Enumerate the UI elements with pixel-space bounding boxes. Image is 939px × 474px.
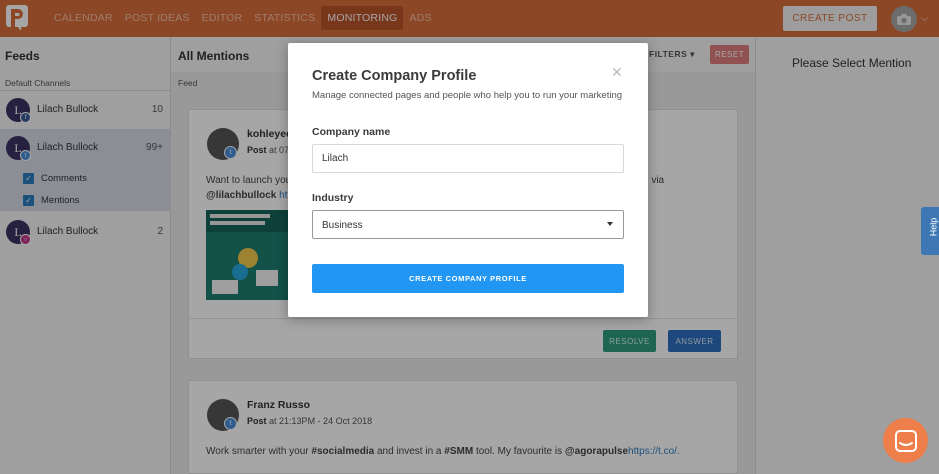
create-company-profile-button[interactable]: CREATE COMPANY PROFILE <box>312 264 624 293</box>
close-icon[interactable]: ✕ <box>611 65 623 79</box>
create-company-profile-modal: Create Company Profile Manage connected … <box>288 43 648 317</box>
industry-select[interactable]: Business <box>312 210 624 239</box>
industry-selected-value: Business <box>322 220 363 231</box>
chat-icon <box>894 429 917 452</box>
company-name-label: Company name <box>312 126 391 138</box>
modal-subtitle: Manage connected pages and people who he… <box>312 90 623 101</box>
help-tab[interactable]: Help <box>921 207 939 255</box>
chat-launcher[interactable] <box>883 418 928 463</box>
caret-down-icon <box>607 222 613 226</box>
modal-title: Create Company Profile <box>312 68 477 84</box>
help-label: Help <box>928 217 939 237</box>
company-name-field[interactable] <box>312 144 624 173</box>
industry-label: Industry <box>312 192 354 204</box>
